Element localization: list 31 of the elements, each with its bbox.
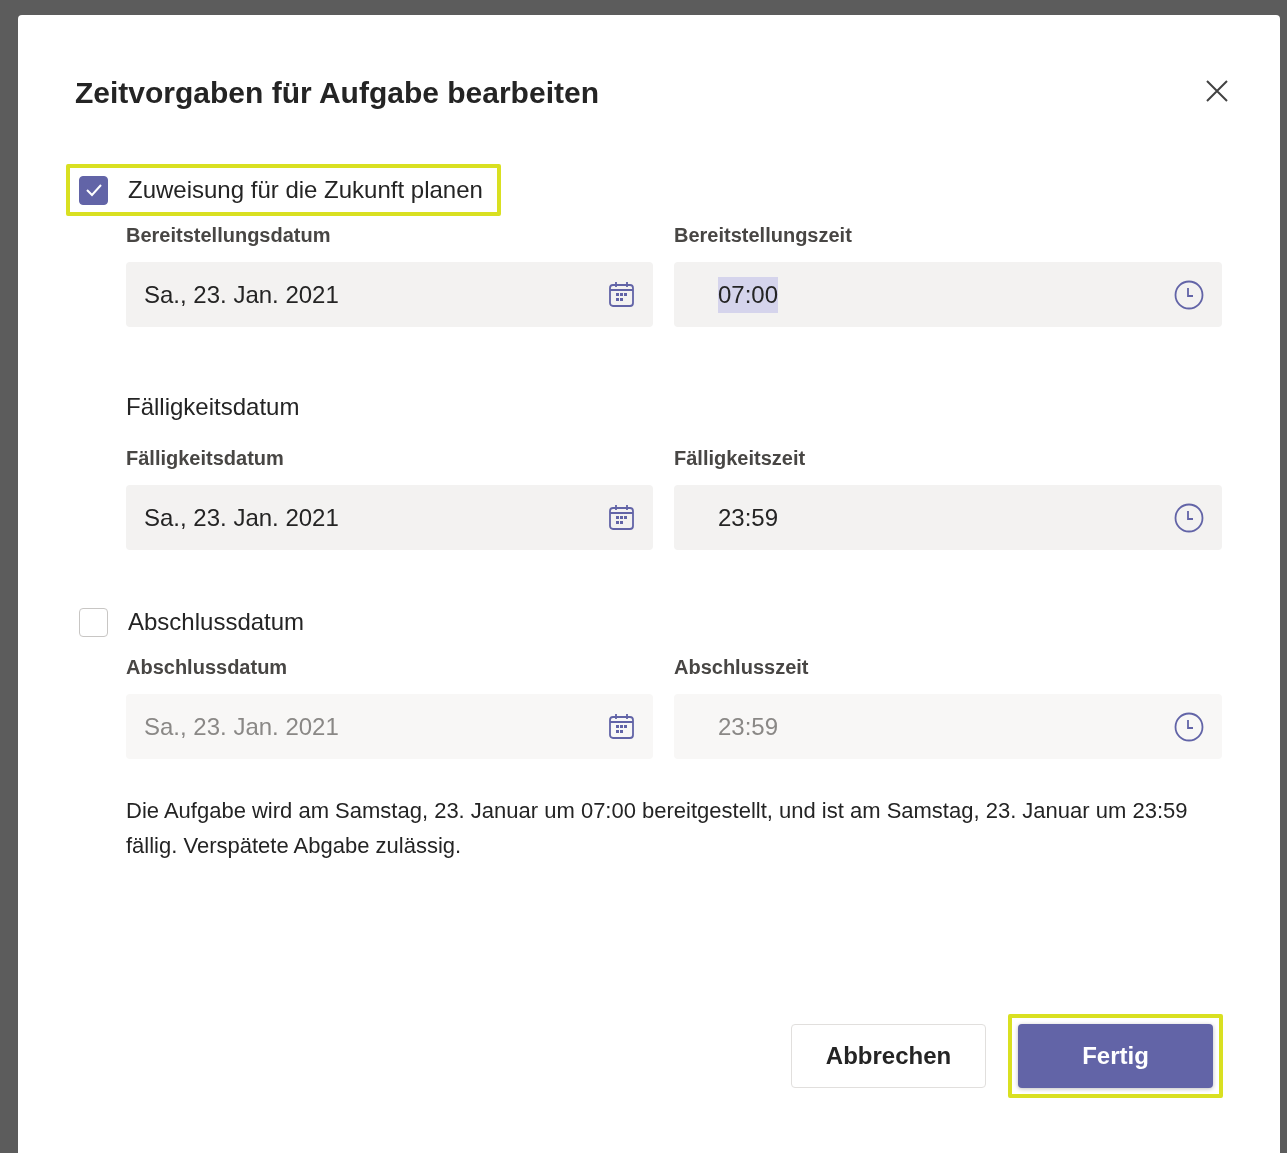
field-label: Fälligkeitsdatum [126,446,285,471]
field-value: Sa., 23. Jan. 2021 [144,502,339,533]
check-icon [84,183,103,197]
field-label: Fälligkeitszeit [674,446,807,471]
checkbox-label: Abschlussdatum [128,607,305,637]
field-label: Abschlussdatum [126,655,289,680]
field-value: Sa., 23. Jan. 2021 [144,279,339,310]
clock-icon[interactable] [1174,279,1204,310]
date-field[interactable]: Sa., 23. Jan. 2021 [126,262,653,327]
time-field[interactable]: 23:59 [674,485,1222,550]
dialog-title: Zeitvorgaben für Aufgabe bearbeiten [75,75,599,111]
clock-icon[interactable] [1174,502,1204,533]
calendar-icon[interactable] [608,504,635,531]
field-label: Bereitstellungsdatum [126,223,332,248]
close-icon[interactable] [1206,78,1228,100]
field-value: 07:00 [718,276,779,313]
checkbox[interactable] [79,175,108,205]
section-heading: Fälligkeitsdatum [125,392,301,422]
done-button[interactable]: Fertig [1018,1024,1213,1088]
calendar-icon[interactable] [608,281,635,308]
summary-text: Die Aufgabe wird am Samstag, 23. Januar um 07:00 bereitgestellt, und ist am Samstag, 23. Januar um 23:59 fällig. Verspätete Abgabe zulässig. [125,797,1189,861]
checkbox-label: Zuweisung für die Zukunft planen [128,175,483,205]
field-value: Sa., 23. Jan. 2021 [144,711,339,742]
field-label: Bereitstellungszeit [674,223,853,248]
time-field[interactable]: 07:00 [674,262,1222,327]
field-label: Abschlusszeit [674,655,810,680]
field-value: 23:59 [718,711,779,742]
cancel-button[interactable]: Abbrechen [791,1024,986,1088]
checkbox[interactable] [79,607,108,637]
field-value: 23:59 [718,502,779,533]
date-field[interactable]: Sa., 23. Jan. 2021 [126,485,653,550]
